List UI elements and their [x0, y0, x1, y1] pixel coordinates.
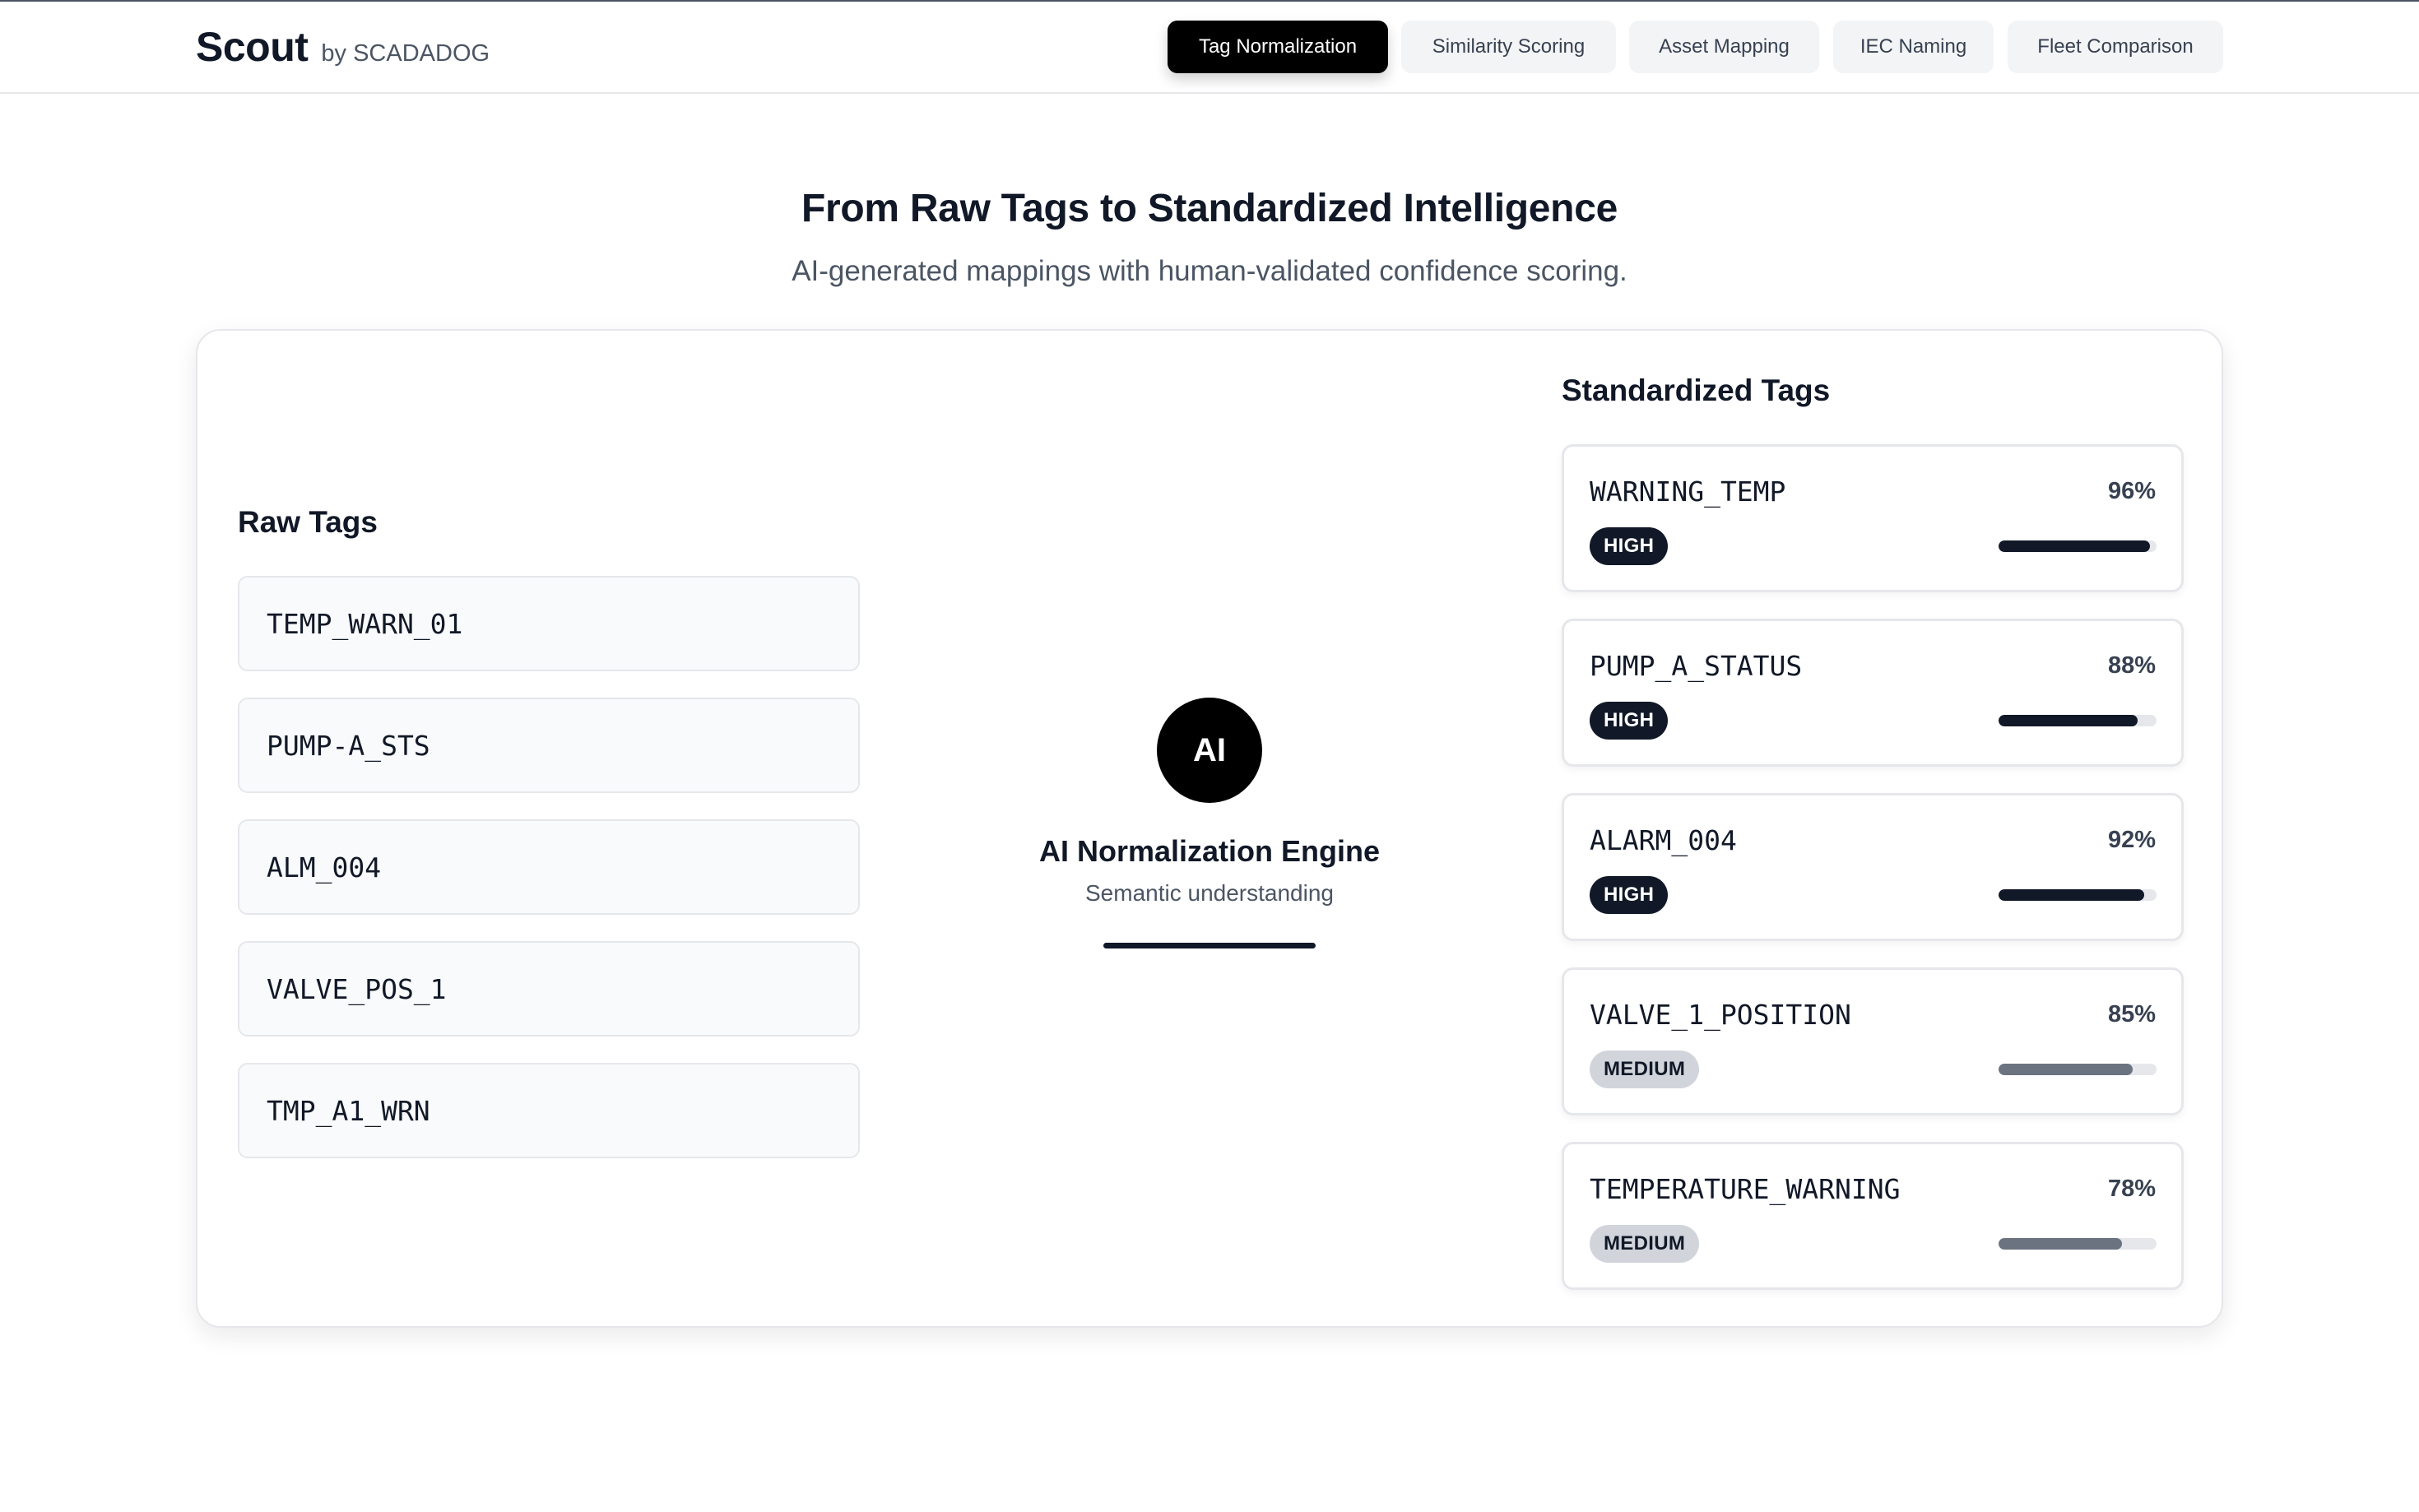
standardized-tag-name: PUMP_A_STATUS — [1590, 650, 1803, 682]
raw-tags-heading: Raw Tags — [238, 505, 378, 539]
confidence-bar-fill — [1999, 889, 2144, 901]
ai-engine: AI AI Normalization Engine Semantic unde… — [1020, 698, 1399, 948]
confidence-badge: MEDIUM — [1590, 1225, 1700, 1263]
brand-name: Scout — [196, 24, 309, 70]
raw-tag-item[interactable]: TMP_A1_WRN — [238, 1063, 860, 1158]
confidence-percent: 88% — [2107, 652, 2156, 679]
standardized-tag-name: ALARM_004 — [1590, 824, 1737, 856]
standardized-tag-card[interactable]: VALVE_1_POSITION 85% MEDIUM — [1562, 967, 2184, 1115]
confidence-badge: MEDIUM — [1590, 1051, 1700, 1088]
confidence-bar-fill — [1999, 540, 2151, 552]
tab-fleet-comparison[interactable]: Fleet Comparison — [2008, 21, 2223, 73]
tab-iec-naming[interactable]: IEC Naming — [1833, 21, 1994, 73]
standardized-tag-name: WARNING_TEMP — [1590, 475, 1786, 508]
standardized-tag-card[interactable]: PUMP_A_STATUS 88% HIGH — [1562, 619, 2184, 767]
ai-engine-title: AI Normalization Engine — [1038, 834, 1381, 868]
standardized-tag-card[interactable]: ALARM_004 92% HIGH — [1562, 793, 2184, 941]
confidence-badge: HIGH — [1590, 876, 1669, 914]
standardized-tag-card[interactable]: TEMPERATURE_WARNING 78% MEDIUM — [1562, 1142, 2184, 1290]
tab-similarity-scoring[interactable]: Similarity Scoring — [1401, 21, 1616, 73]
confidence-bar — [1999, 1064, 2157, 1075]
page-title: From Raw Tags to Standardized Intelligen… — [801, 187, 1618, 230]
confidence-percent: 78% — [2107, 1176, 2156, 1202]
confidence-bar-fill — [1999, 1064, 2133, 1075]
standardized-tag-name: VALVE_1_POSITION — [1590, 999, 1851, 1031]
ai-engine-icon: AI — [1157, 698, 1262, 803]
confidence-bar — [1999, 715, 2157, 726]
ai-engine-progress-bar — [1103, 943, 1316, 948]
confidence-badge: HIGH — [1590, 527, 1669, 565]
ai-engine-subtitle: Semantic understanding — [1085, 880, 1334, 906]
standardized-tag-name: TEMPERATURE_WARNING — [1590, 1173, 1901, 1205]
confidence-bar — [1999, 889, 2157, 901]
standardized-tag-card[interactable]: WARNING_TEMP 96% HIGH — [1562, 444, 2184, 592]
raw-tag-item[interactable]: TEMP_WARN_01 — [238, 576, 860, 671]
confidence-bar-fill — [1999, 715, 2138, 726]
raw-tag-item[interactable]: PUMP-A_STS — [238, 698, 860, 793]
top-header: Scout by SCADADOG Tag Normalization Simi… — [0, 2, 2419, 94]
brand-logo[interactable]: Scout by SCADADOG — [196, 23, 490, 71]
confidence-percent: 96% — [2107, 478, 2156, 504]
brand-byline: by SCADADOG — [321, 40, 490, 67]
confidence-bar-fill — [1999, 1238, 2122, 1250]
confidence-percent: 85% — [2107, 1001, 2156, 1027]
confidence-badge: HIGH — [1590, 702, 1669, 740]
normalization-card: Raw Tags TEMP_WARN_01 PUMP-A_STS ALM_004… — [196, 329, 2223, 1328]
tab-asset-mapping[interactable]: Asset Mapping — [1629, 21, 1819, 73]
raw-tag-item[interactable]: VALVE_POS_1 — [238, 941, 860, 1037]
confidence-bar — [1999, 540, 2157, 552]
confidence-percent: 92% — [2107, 827, 2156, 853]
raw-tag-item[interactable]: ALM_004 — [238, 819, 860, 915]
standardized-tags-heading: Standardized Tags — [1562, 373, 1831, 407]
tab-tag-normalization[interactable]: Tag Normalization — [1168, 21, 1388, 73]
confidence-bar — [1999, 1238, 2157, 1250]
page-subtitle: AI-generated mappings with human-validat… — [792, 255, 1627, 287]
